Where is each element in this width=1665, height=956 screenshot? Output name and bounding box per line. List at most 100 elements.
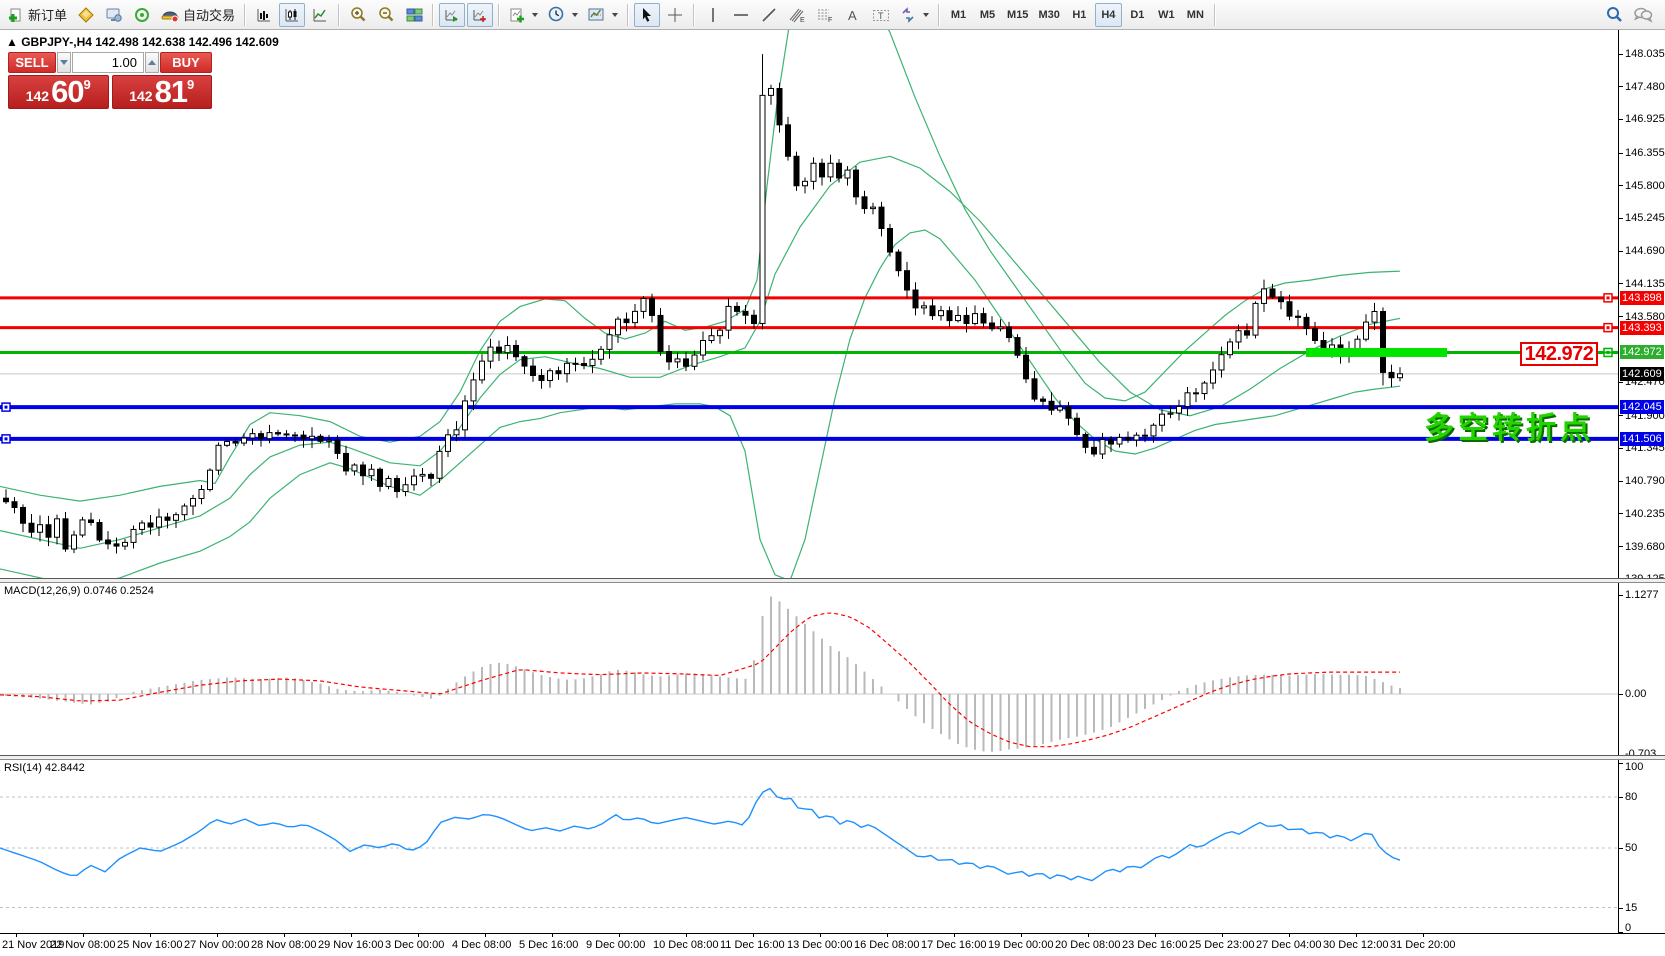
axis-tick — [1619, 119, 1623, 120]
axis-tick — [1619, 546, 1623, 547]
autotrade-hat-icon — [161, 7, 179, 23]
terminal-icon — [105, 7, 123, 23]
periods-button[interactable] — [544, 3, 582, 27]
timeframe-button-m1[interactable]: M1 — [945, 3, 972, 27]
price-axis-marker-red: 143.898 — [1620, 291, 1664, 305]
macd-axis-label: 1.1277 — [1625, 589, 1659, 601]
timeframe-button-m15[interactable]: M15 — [1003, 3, 1032, 27]
candlestick-button[interactable] — [279, 3, 305, 27]
sell-button[interactable]: SELL — [8, 52, 56, 73]
zoom-in-icon — [349, 6, 367, 23]
buy-price-panel[interactable]: 142 81 9 — [112, 75, 213, 109]
cursor-button[interactable] — [634, 3, 660, 27]
indicators-icon — [509, 7, 525, 23]
terminal-button[interactable] — [101, 3, 127, 27]
autoscroll-button[interactable] — [439, 3, 465, 27]
search-button[interactable] — [1601, 3, 1627, 27]
time-axis-label: 16 Dec 08:00 — [854, 939, 919, 951]
buy-price-integer: 142 — [129, 86, 152, 106]
templates-button[interactable] — [584, 3, 622, 27]
time-axis-label: 25 Dec 23:00 — [1189, 939, 1254, 951]
label-button[interactable]: T — [868, 3, 894, 27]
crosshair-button[interactable] — [662, 3, 688, 27]
timeframe-button-mn[interactable]: MN — [1182, 3, 1209, 27]
rsi-canvas[interactable] — [0, 760, 1618, 933]
tile-windows-button[interactable] — [401, 3, 427, 27]
mt4-window: 新订单 自动交易 — [0, 0, 1665, 956]
price-flag-label[interactable]: 142.972 — [1520, 342, 1598, 366]
panel-separator[interactable] — [0, 755, 1665, 760]
time-axis-tick — [217, 934, 218, 937]
axis-tick — [1619, 694, 1623, 695]
axis-tick — [1619, 316, 1623, 317]
autoscroll-icon — [444, 7, 460, 23]
sell-price-panel[interactable]: 142 60 9 — [8, 75, 109, 109]
price-axis-marker-black: 142.609 — [1620, 367, 1664, 381]
time-axis[interactable]: 21 Nov 201922 Nov 08:0025 Nov 16:0027 No… — [0, 933, 1665, 956]
horizontal-line-icon — [733, 10, 749, 20]
time-axis-tick — [753, 934, 754, 937]
turning-point-annotation[interactable]: 多空转折点 — [1424, 403, 1594, 447]
time-axis-tick — [83, 934, 84, 937]
timeframe-button-d1[interactable]: D1 — [1124, 3, 1151, 27]
axis-tick — [1619, 797, 1623, 798]
indicators-button[interactable] — [505, 3, 542, 27]
panel-separator[interactable] — [0, 578, 1665, 583]
text-button[interactable]: A — [840, 3, 866, 27]
chat-button[interactable] — [1629, 3, 1657, 27]
main-chart-canvas[interactable] — [0, 30, 1618, 578]
buy-price-pips: 81 — [155, 78, 187, 106]
timeframe-button-h1[interactable]: H1 — [1066, 3, 1093, 27]
axis-tick — [1619, 513, 1623, 514]
channel-button[interactable]: E — [784, 3, 810, 27]
price-axis-label: 144.135 — [1625, 278, 1665, 290]
chevron-down-icon — [532, 13, 538, 17]
timeframe-button-m30[interactable]: M30 — [1034, 3, 1063, 27]
time-axis-tick — [954, 934, 955, 937]
toolbar-separator — [1214, 4, 1216, 26]
timeframe-button-h4[interactable]: H4 — [1095, 3, 1122, 27]
time-axis-tick — [1155, 934, 1156, 937]
volume-input[interactable] — [72, 52, 144, 73]
axis-tick — [1619, 382, 1623, 383]
signal-button[interactable] — [129, 3, 155, 27]
time-axis-label: 13 Dec 00:00 — [787, 939, 852, 951]
periods-clock-icon — [548, 6, 565, 23]
bar-chart-button[interactable] — [251, 3, 277, 27]
price-axis[interactable]: 148.035147.480146.925146.355145.800145.2… — [1618, 30, 1665, 933]
axis-tick — [1619, 448, 1623, 449]
timeframe-button-w1[interactable]: W1 — [1153, 3, 1180, 27]
time-axis-label: 27 Dec 04:00 — [1256, 939, 1321, 951]
price-axis-label: 146.355 — [1625, 147, 1665, 159]
vertical-line-button[interactable] — [700, 3, 726, 27]
fibonacci-button[interactable]: F — [812, 3, 838, 27]
zoom-out-button[interactable] — [373, 3, 399, 27]
gold-diamond-button[interactable] — [73, 3, 99, 27]
arrows-button[interactable] — [896, 3, 933, 27]
sell-price-fraction: 9 — [84, 77, 91, 92]
rsi-axis-label: 50 — [1625, 842, 1637, 854]
time-axis-label: 10 Dec 08:00 — [653, 939, 718, 951]
autotrade-button[interactable]: 自动交易 — [157, 3, 239, 27]
line-chart-button[interactable] — [307, 3, 333, 27]
time-axis-label: 17 Dec 16:00 — [921, 939, 986, 951]
chart-shift-button[interactable] — [467, 3, 493, 27]
rsi-indicator-label: RSI(14) 42.8442 — [4, 762, 85, 774]
signal-icon — [133, 7, 151, 23]
price-axis-marker-green: 142.972 — [1620, 345, 1664, 359]
new-order-button[interactable]: 新订单 — [4, 3, 71, 27]
volume-decrease-button[interactable] — [57, 52, 71, 73]
new-order-label: 新订单 — [28, 5, 67, 24]
price-axis-label: 145.800 — [1625, 180, 1665, 192]
horizontal-line-button[interactable] — [728, 3, 754, 27]
time-axis-tick — [1088, 934, 1089, 937]
price-axis-marker-red: 143.393 — [1620, 321, 1664, 335]
trendline-button[interactable] — [756, 3, 782, 27]
volume-increase-button[interactable] — [145, 52, 159, 73]
zoom-in-button[interactable] — [345, 3, 371, 27]
macd-canvas[interactable] — [0, 583, 1618, 755]
sell-price-integer: 142 — [26, 86, 49, 106]
price-axis-label: 148.035 — [1625, 48, 1665, 60]
timeframe-button-m5[interactable]: M5 — [974, 3, 1001, 27]
buy-button[interactable]: BUY — [160, 52, 212, 73]
